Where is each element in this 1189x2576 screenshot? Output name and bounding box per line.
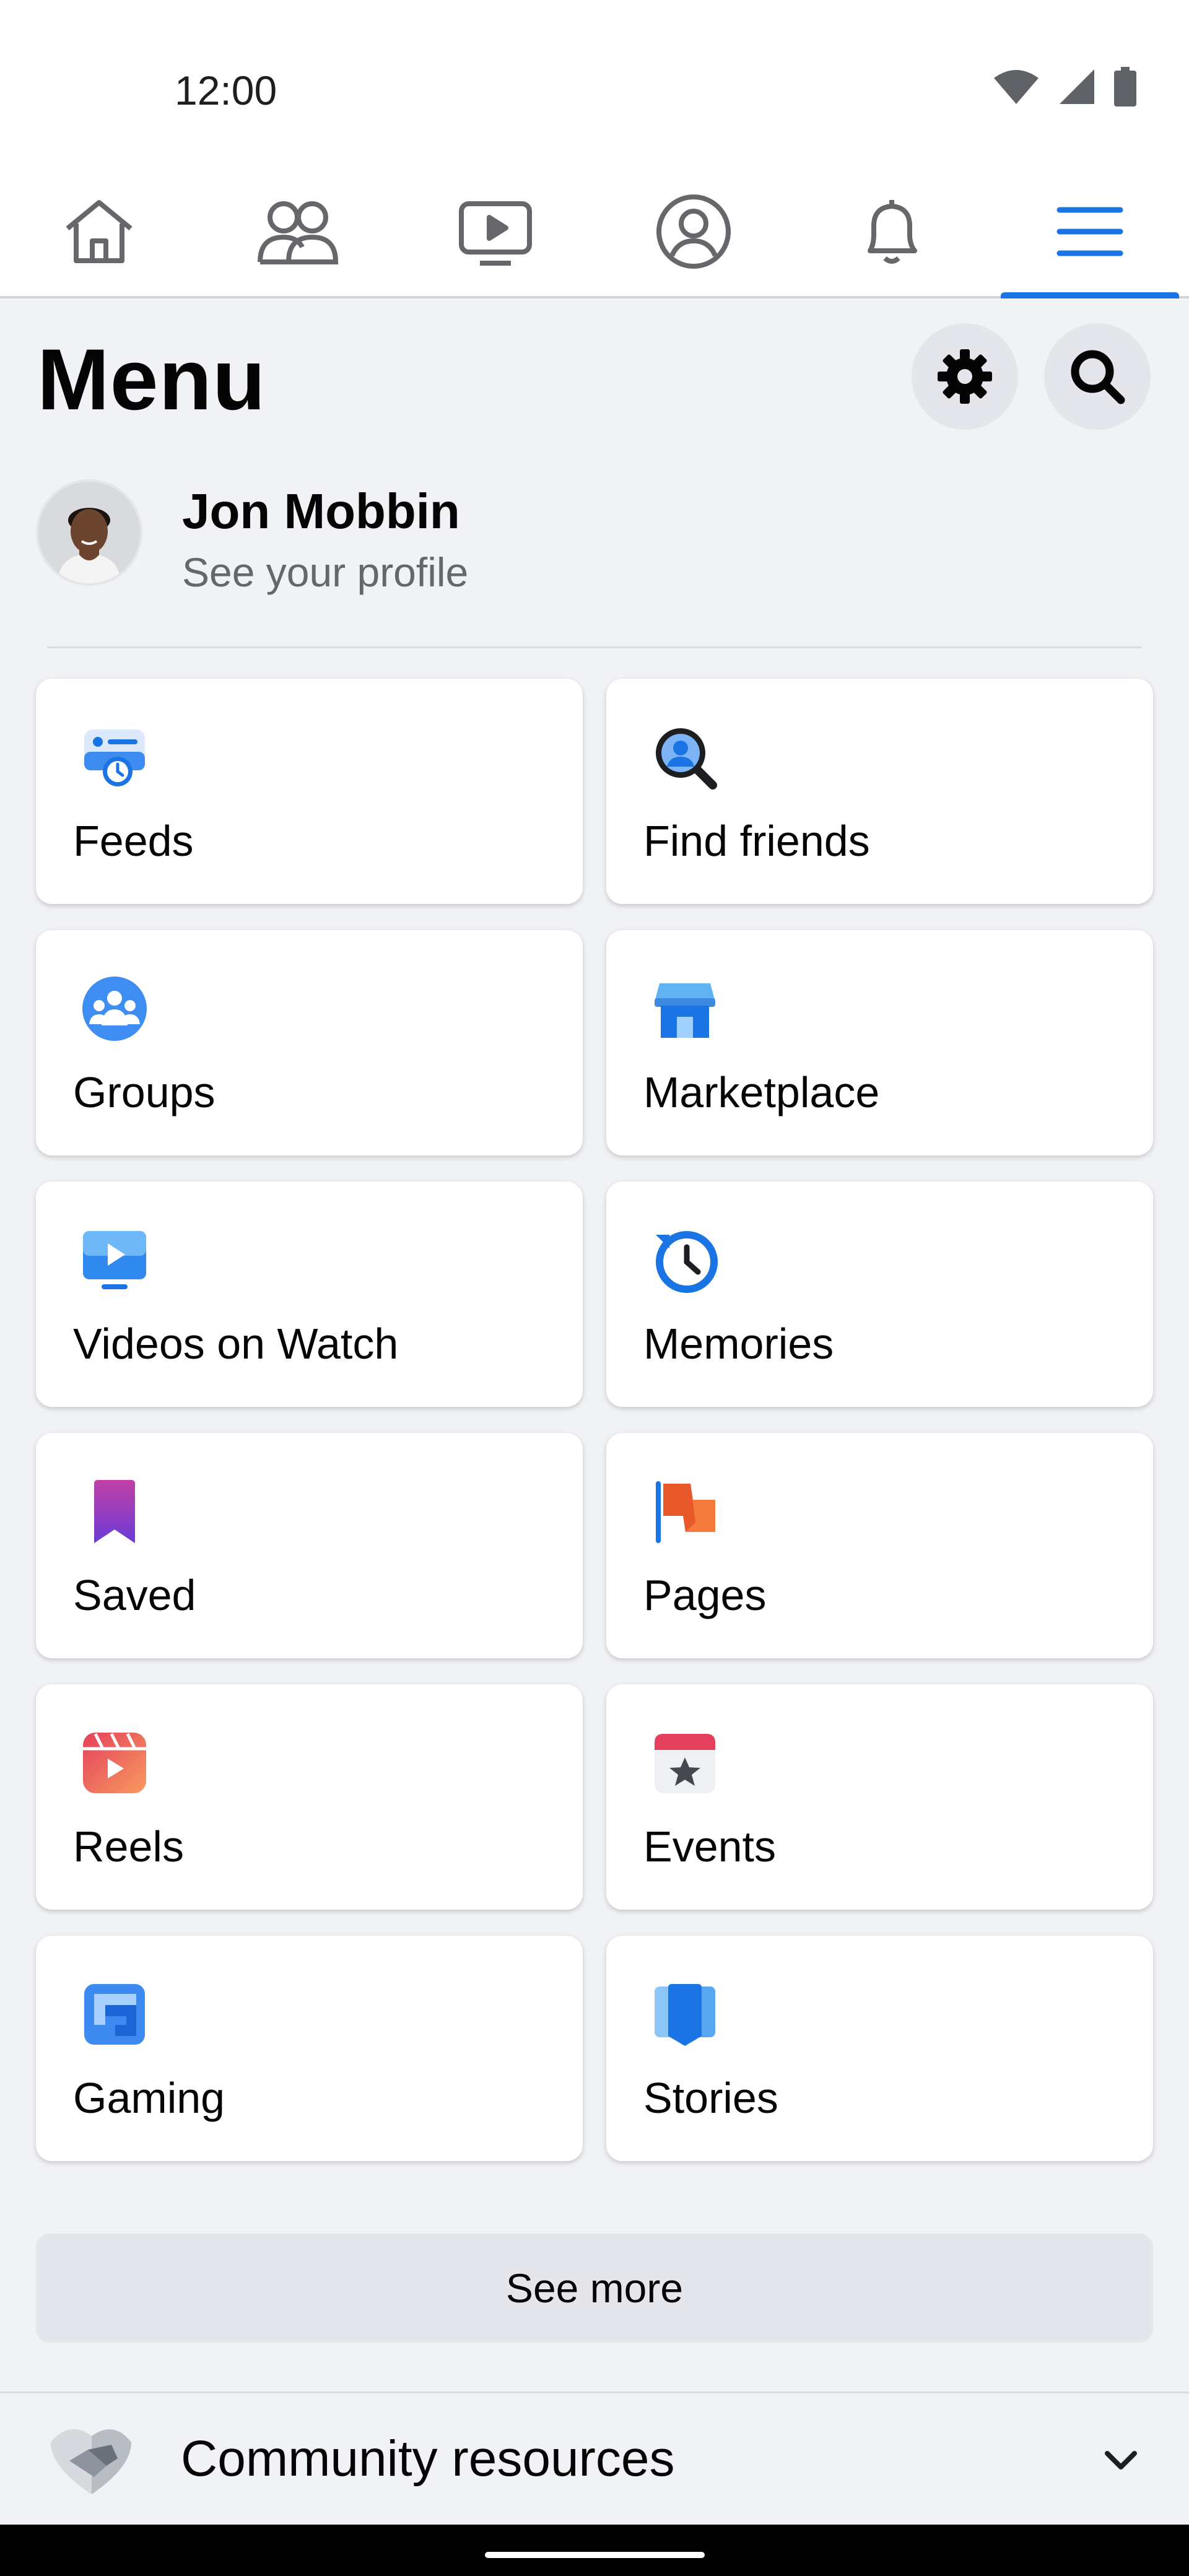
shortcut-label: Pages <box>643 1571 767 1619</box>
shortcut-label: Events <box>643 1822 776 1871</box>
tab-menu[interactable] <box>991 167 1189 298</box>
tab-notifications[interactable] <box>793 167 991 296</box>
system-icons <box>993 67 1136 107</box>
divider <box>0 2391 1189 2393</box>
flag-icon <box>656 1481 715 1543</box>
shortcut-pages[interactable]: Pages <box>606 1433 1153 1658</box>
feeds-icon <box>84 729 145 786</box>
calendar-star-icon <box>655 1734 715 1793</box>
profile-name: Jon Mobbin <box>182 484 460 539</box>
shortcut-label: Feeds <box>73 817 194 865</box>
bookmark-icon <box>94 1480 135 1543</box>
status-time: 12:00 <box>175 67 277 113</box>
handshake-icon <box>51 2429 131 2494</box>
find-friends-icon <box>656 728 717 790</box>
shortcut-label: Videos on Watch <box>73 1320 399 1368</box>
shortcut-groups[interactable]: Groups <box>36 930 583 1155</box>
tab-watch[interactable] <box>396 167 594 296</box>
shortcut-stories[interactable]: Stories <box>606 1936 1153 2161</box>
community-resources-row[interactable]: Community resources <box>0 2394 1189 2525</box>
see-more-button[interactable]: See more <box>36 2234 1153 2343</box>
menu-screen: Menu Jon Mobbin See your profile Feeds F… <box>0 298 1189 2525</box>
chevron-down-icon[interactable] <box>1102 2442 1139 2479</box>
see-profile-link: See your profile <box>182 549 469 595</box>
memories-icon <box>656 1231 718 1293</box>
shortcut-reels[interactable]: Reels <box>36 1684 583 1910</box>
wifi-icon <box>994 70 1039 104</box>
shortcut-grid: Feeds Find friends Groups Marketplace Vi… <box>36 679 1153 2161</box>
shortcut-events[interactable]: Events <box>606 1684 1153 1910</box>
top-nav-bar <box>0 167 1189 298</box>
video-icon <box>459 201 532 266</box>
system-navigation-bar <box>0 2525 1189 2576</box>
shortcut-label: Reels <box>73 1822 184 1871</box>
shortcut-videos-on-watch[interactable]: Videos on Watch <box>36 1181 583 1407</box>
avatar <box>36 479 142 586</box>
shortcut-label: Stories <box>643 2074 778 2122</box>
settings-button[interactable] <box>912 323 1018 430</box>
tab-home[interactable] <box>0 167 198 296</box>
shortcut-saved[interactable]: Saved <box>36 1433 583 1658</box>
signal-icon <box>1060 69 1094 104</box>
home-icon <box>66 200 133 263</box>
shortcut-label: Gaming <box>73 2074 225 2122</box>
hamburger-icon <box>1056 207 1123 256</box>
shortcut-label: Saved <box>73 1571 196 1619</box>
tab-profile[interactable] <box>594 167 793 296</box>
shortcut-find-friends[interactable]: Find friends <box>606 679 1153 904</box>
search-icon <box>1071 350 1125 404</box>
bell-icon <box>868 200 917 264</box>
profile-icon <box>656 194 731 269</box>
reels-icon <box>83 1733 146 1793</box>
groups-icon <box>82 977 147 1041</box>
gaming-icon <box>84 1984 145 2045</box>
shortcut-marketplace[interactable]: Marketplace <box>606 930 1153 1155</box>
shortcut-label: Marketplace <box>643 1068 880 1116</box>
community-resources-label: Community resources <box>181 2430 675 2487</box>
divider <box>47 646 1142 648</box>
watch-video-icon <box>83 1231 146 1289</box>
status-bar: 12:00 <box>0 0 1189 167</box>
page-title: Menu <box>37 331 266 428</box>
shortcut-label: Memories <box>643 1320 834 1368</box>
profile-row[interactable]: Jon Mobbin See your profile <box>36 478 1151 595</box>
stories-icon <box>655 1984 715 2046</box>
friends-icon <box>258 201 339 264</box>
search-button[interactable] <box>1044 323 1151 430</box>
shortcut-gaming[interactable]: Gaming <box>36 1936 583 2161</box>
home-gesture-handle[interactable] <box>485 2552 705 2558</box>
shortcut-feeds[interactable]: Feeds <box>36 679 583 904</box>
battery-icon <box>1114 67 1136 107</box>
shortcut-label: Groups <box>73 1068 216 1116</box>
shortcut-memories[interactable]: Memories <box>606 1181 1153 1407</box>
marketplace-icon <box>655 983 715 1038</box>
shortcut-label: Find friends <box>643 817 870 865</box>
tab-friends[interactable] <box>198 167 396 296</box>
gear-icon <box>938 349 992 404</box>
